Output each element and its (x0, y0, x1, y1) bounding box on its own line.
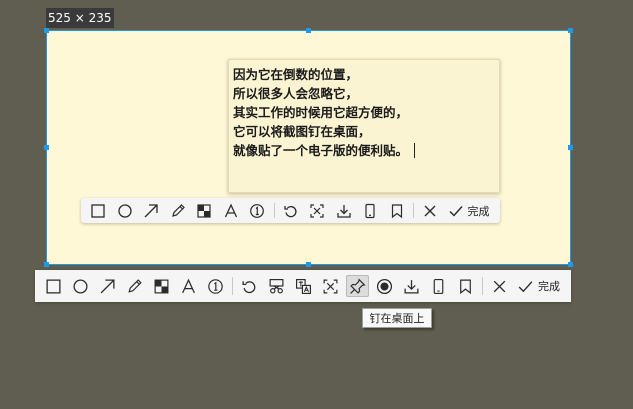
toolbar-separator (482, 277, 483, 295)
inner-annotation-toolbar: 完成 (81, 198, 500, 223)
mosaic-icon[interactable] (148, 270, 175, 302)
pin-icon[interactable] (346, 275, 369, 297)
note-line: 因为它在倒数的位置， (233, 67, 359, 82)
translate-icon[interactable] (290, 270, 317, 302)
arrow-icon[interactable] (94, 270, 121, 302)
phone-icon[interactable] (357, 198, 384, 223)
done-button[interactable]: 完成 (444, 203, 494, 219)
resize-handle-top-left[interactable] (44, 28, 49, 33)
toolbar-separator (273, 203, 275, 218)
note-line: 其实工作的时候用它超方便的， (233, 105, 409, 120)
checkmark-icon (449, 205, 463, 217)
undo-icon[interactable] (278, 198, 305, 223)
resize-handle-right[interactable] (568, 145, 573, 150)
undo-icon[interactable] (236, 270, 263, 302)
note-line-text: 就像贴了一个电子版的便利贴。 (233, 143, 409, 158)
screenshot-toolbar: 完成 (35, 270, 571, 302)
resize-handle-bottom[interactable] (306, 262, 311, 267)
text-icon[interactable] (218, 198, 245, 223)
ocr-icon[interactable] (317, 270, 344, 302)
resize-handle-top[interactable] (306, 28, 311, 33)
resize-handle-bottom-right[interactable] (568, 262, 573, 267)
bookmark-icon[interactable] (452, 270, 479, 302)
download-icon[interactable] (398, 270, 425, 302)
rectangle-icon[interactable] (85, 198, 112, 223)
record-icon[interactable] (371, 270, 398, 302)
checkmark-icon (518, 280, 533, 292)
close-icon[interactable] (486, 270, 513, 302)
ellipse-icon[interactable] (112, 198, 139, 223)
bookmark-icon[interactable] (384, 198, 411, 223)
pin-tooltip: 钉在桌面上 (362, 308, 432, 328)
pinned-text-note[interactable]: 因为它在倒数的位置， 所以很多人会忽略它， 其实工作的时候用它超方便的， 它可以… (228, 59, 500, 193)
number-marker-icon[interactable] (244, 198, 271, 223)
note-line: 它可以将截图钉在桌面， (233, 124, 371, 139)
done-label: 完成 (467, 204, 490, 218)
arrow-icon[interactable] (138, 198, 165, 223)
note-line: 所以很多人会忽略它， (233, 86, 359, 101)
resize-handle-left[interactable] (44, 145, 49, 150)
ellipse-icon[interactable] (67, 270, 94, 302)
pencil-icon[interactable] (121, 270, 148, 302)
toolbar-separator (413, 203, 414, 218)
text-icon[interactable] (175, 270, 202, 302)
text-caret (414, 143, 416, 158)
pencil-icon[interactable] (165, 198, 192, 223)
number-marker-icon[interactable] (202, 270, 229, 302)
rectangle-icon[interactable] (40, 270, 67, 302)
note-line-last: 就像贴了一个电子版的便利贴。 (233, 141, 495, 160)
phone-icon[interactable] (425, 270, 452, 302)
ocr-icon[interactable] (304, 198, 331, 223)
toolbar-separator (232, 277, 233, 295)
close-icon[interactable] (417, 198, 444, 223)
mosaic-icon[interactable] (191, 198, 218, 223)
selection-size-label: 525 × 235 (46, 8, 114, 28)
download-icon[interactable] (331, 198, 358, 223)
done-button[interactable]: 完成 (513, 278, 564, 295)
cut-icon[interactable] (263, 270, 290, 302)
resize-handle-bottom-left[interactable] (44, 262, 49, 267)
done-label: 完成 (538, 280, 560, 293)
resize-handle-top-right[interactable] (568, 28, 573, 33)
